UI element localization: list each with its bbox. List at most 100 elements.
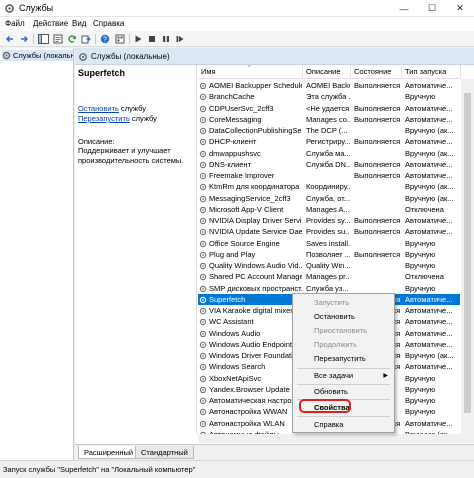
- sort-arrow-icon: ^: [248, 65, 251, 71]
- menu-help[interactable]: Справка: [93, 19, 124, 28]
- table-row[interactable]: Office Source Engine Saves install... Вруч…: [198, 238, 460, 249]
- table-row[interactable]: MessagingService_2cff3 Служба, от... Вручн…: [198, 193, 460, 204]
- service-gear-icon: [199, 375, 207, 382]
- service-name: CoreMessaging: [209, 114, 262, 124]
- service-name: BranchCache: [209, 92, 255, 102]
- properties-icon[interactable]: [52, 33, 64, 45]
- service-name: DataCollectionPublishingSe...: [209, 126, 302, 135]
- column-header-startup-type[interactable]: Тип запуска: [402, 65, 461, 79]
- table-row[interactable]: Shared PC Account Manager Manages pr... От…: [198, 271, 460, 282]
- vertical-scrollbar[interactable]: [461, 79, 474, 434]
- tab-extended[interactable]: Расширенный: [78, 446, 140, 459]
- ctx-pause[interactable]: Приостановить: [293, 325, 394, 337]
- view-icon[interactable]: [114, 33, 126, 45]
- service-startup-type: Вручную (ак...: [405, 182, 454, 192]
- tab-standard[interactable]: Стандартный: [135, 446, 194, 459]
- minimize-button[interactable]: —: [390, 0, 418, 17]
- export-icon[interactable]: [80, 33, 92, 45]
- service-description: The DCP (...: [306, 126, 348, 135]
- ctx-all-tasks[interactable]: Все задачи ▶: [293, 370, 394, 382]
- service-name: Plug and Play: [209, 249, 256, 259]
- service-state: [354, 260, 401, 271]
- table-row[interactable]: dmwappushsvc Служба ма... Вручную (ак...: [198, 148, 460, 159]
- service-state: Выполняется: [354, 137, 401, 147]
- table-row[interactable]: NVIDIA Display Driver Service Provides sy…: [198, 215, 460, 226]
- column-header-name-label: Имя: [201, 67, 216, 76]
- table-row[interactable]: Microsoft App-V Client Manages A... Отключ…: [198, 204, 460, 215]
- restart-service-link[interactable]: Перезапустить: [78, 114, 130, 123]
- table-row[interactable]: AOMEI Backupper Schedule... AOMEI Backu..…: [198, 80, 460, 91]
- menu-view[interactable]: Вид: [72, 19, 86, 28]
- service-gear-icon: [199, 319, 207, 326]
- table-row[interactable]: Quality Windows Audio Vid... Quality Win.…: [198, 260, 460, 271]
- service-startup-type: Автоматиче...: [405, 317, 453, 327]
- ctx-stop[interactable]: Остановить: [293, 311, 394, 323]
- console-tree-icon[interactable]: [37, 33, 49, 45]
- stop-icon[interactable]: [146, 33, 158, 45]
- column-header-state[interactable]: Состояние: [351, 65, 402, 79]
- service-gear-icon: [199, 150, 207, 157]
- column-header-state-label: Состояние: [354, 67, 392, 76]
- table-row[interactable]: Plug and Play Позволяет ... Выполняется Вру…: [198, 249, 460, 260]
- service-state: Выполняется: [354, 103, 401, 113]
- service-description: [306, 170, 350, 181]
- service-startup-type: Автоматиче...: [405, 171, 453, 180]
- table-row[interactable]: NVIDIA Update Service Dae... Provides su.…: [198, 226, 460, 237]
- tree-item-services-local[interactable]: Службы (локальны: [2, 50, 73, 61]
- pause-icon[interactable]: [160, 33, 172, 45]
- service-state: Выполняется: [354, 216, 401, 225]
- ctx-start[interactable]: Запустить: [293, 297, 394, 309]
- service-name: Office Source Engine: [209, 238, 280, 248]
- maximize-button[interactable]: ☐: [418, 0, 446, 17]
- service-gear-icon: [199, 364, 207, 371]
- service-gear-icon: [199, 251, 207, 258]
- service-description: AOMEI Backu...: [306, 81, 350, 90]
- window-title: Службы: [19, 3, 54, 13]
- service-name: SMP дисковых пространст...: [209, 283, 302, 293]
- table-row[interactable]: DNS-клиент Служба DN... Выполняется Автомат…: [198, 159, 460, 170]
- ctx-refresh[interactable]: Обновить: [293, 386, 394, 398]
- refresh-icon[interactable]: [66, 33, 78, 45]
- back-icon[interactable]: [4, 33, 16, 45]
- table-row[interactable]: DataCollectionPublishingSe... The DCP (..…: [198, 125, 460, 136]
- service-name: Windows Search: [209, 362, 266, 372]
- help-icon[interactable]: ?: [99, 33, 111, 45]
- service-description: Saves install...: [306, 238, 350, 248]
- ctx-continue[interactable]: Продолжить: [293, 339, 394, 351]
- ctx-help[interactable]: Справка: [293, 419, 394, 431]
- column-header-description[interactable]: Описание: [303, 65, 351, 79]
- close-button[interactable]: ✕: [446, 0, 474, 17]
- service-name: Yandex.Browser Update Se...: [209, 384, 302, 394]
- service-startup-type: Вручную: [405, 407, 436, 417]
- table-row[interactable]: KtmRm для координатора ... Координиру... В…: [198, 181, 460, 192]
- service-gear-icon: [199, 229, 207, 236]
- column-header-name[interactable]: Имя ^: [198, 65, 303, 79]
- table-row[interactable]: CoreMessaging Manages co... Выполняется Авт…: [198, 114, 460, 125]
- service-startup-type: Автоматиче...: [405, 362, 453, 372]
- horizontal-scrollbar[interactable]: [198, 434, 474, 443]
- service-name: KtmRm для координатора ...: [209, 182, 302, 192]
- menu-action[interactable]: Действие: [33, 19, 68, 28]
- service-name-heading: Superfetch: [78, 68, 126, 78]
- menu-file[interactable]: Файл: [5, 19, 25, 28]
- service-startup-type: Автоматиче...: [405, 227, 453, 237]
- vertical-scrollbar-thumb[interactable]: [464, 93, 471, 413]
- forward-icon[interactable]: [18, 33, 30, 45]
- service-gear-icon: [199, 127, 207, 135]
- service-name: WC Assistant: [209, 317, 254, 327]
- table-row[interactable]: BranchCache Эта служба ... Вручную: [198, 91, 460, 102]
- table-row[interactable]: DHCP-клиент Регистриру... Выполняется Автом…: [198, 136, 460, 147]
- service-name: DHCP-клиент: [209, 137, 257, 147]
- service-state: Выполняется: [354, 171, 401, 180]
- play-icon[interactable]: [132, 33, 144, 45]
- service-gear-icon: [199, 139, 207, 146]
- restart-service-suffix: службу: [129, 114, 157, 123]
- restart-icon[interactable]: [174, 33, 186, 45]
- table-row[interactable]: Freemake Improver Выполняется Автоматиче..…: [198, 170, 460, 181]
- service-name: Shared PC Account Manager: [209, 272, 302, 282]
- service-startup-type: Вручную: [405, 249, 436, 259]
- stop-service-link[interactable]: Остановить: [78, 104, 119, 113]
- service-description: Служба, от...: [306, 193, 350, 203]
- table-row[interactable]: CDPUserSvc_2cff3 <Не удается ... Выполняет…: [198, 103, 460, 114]
- ctx-restart[interactable]: Перезапустить: [293, 353, 394, 365]
